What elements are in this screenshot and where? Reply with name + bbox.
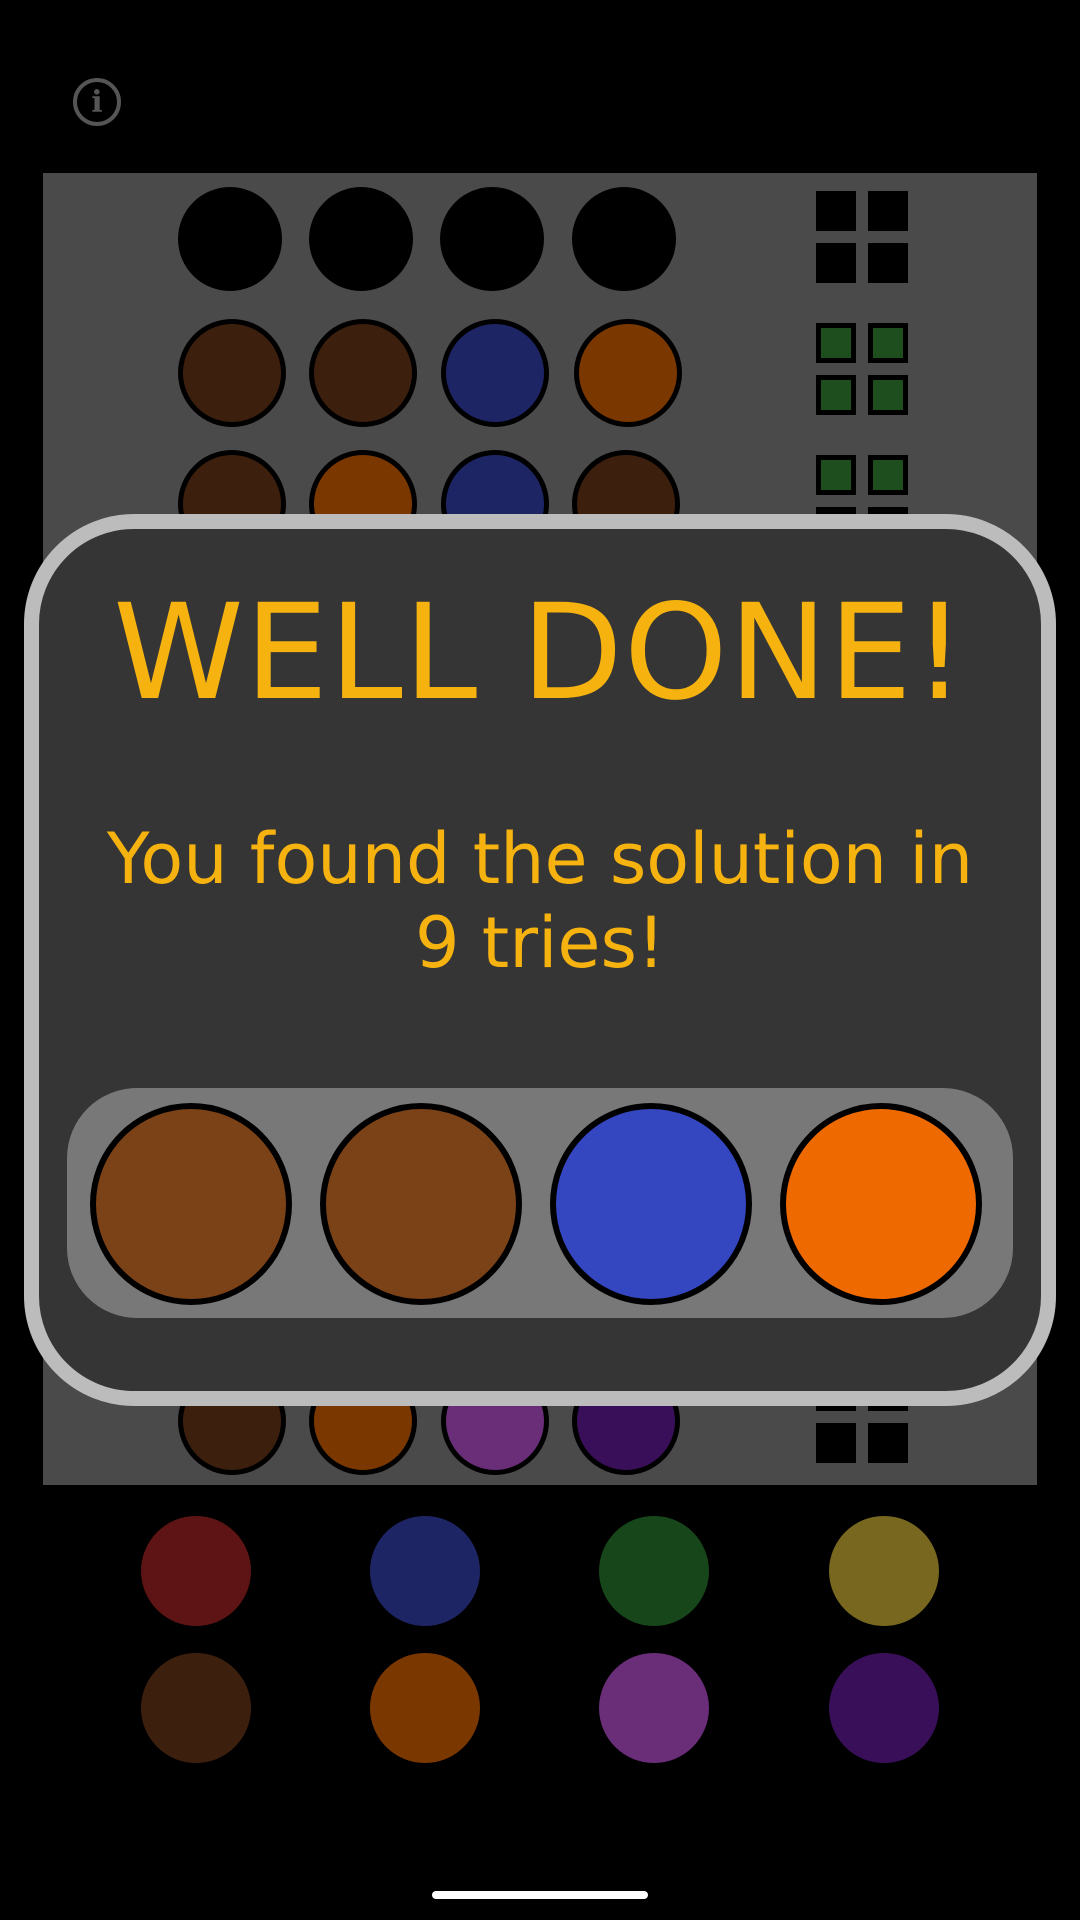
feedback-peg [868, 375, 908, 415]
feedback-peg [816, 191, 856, 231]
feedback-peg [868, 1423, 908, 1463]
palette-color-orange[interactable] [370, 1653, 480, 1763]
feedback-peg [868, 455, 908, 495]
board-peg [572, 187, 676, 291]
board-peg [440, 187, 544, 291]
palette-color-pink[interactable] [599, 1653, 709, 1763]
feedback-peg [868, 243, 908, 283]
board-peg [574, 319, 682, 427]
solution-peg [550, 1103, 752, 1305]
feedback-peg [816, 1423, 856, 1463]
feedback-peg [868, 191, 908, 231]
board-peg [309, 319, 417, 427]
dialog-message-line2: 9 tries! [414, 902, 666, 984]
solution-peg [780, 1103, 982, 1305]
palette-color-yellow[interactable] [829, 1516, 939, 1626]
palette-color-green[interactable] [599, 1516, 709, 1626]
palette-color-red[interactable] [141, 1516, 251, 1626]
solution-row [67, 1088, 1013, 1318]
feedback-peg [816, 243, 856, 283]
solution-peg [320, 1103, 522, 1305]
dialog-message: You found the solution in 9 tries! [99, 817, 981, 985]
success-dialog[interactable]: WELL DONE! You found the solution in 9 t… [24, 514, 1056, 1406]
dialog-message-line1: You found the solution in [106, 818, 974, 900]
board-peg [309, 187, 413, 291]
palette-color-purple[interactable] [829, 1653, 939, 1763]
board-peg [178, 187, 282, 291]
board-peg [441, 319, 549, 427]
feedback-peg [816, 375, 856, 415]
info-icon[interactable]: i [73, 78, 121, 126]
feedback-peg [868, 323, 908, 363]
solution-peg [90, 1103, 292, 1305]
palette-color-brown[interactable] [141, 1653, 251, 1763]
feedback-peg [816, 455, 856, 495]
board-peg [178, 319, 286, 427]
home-indicator[interactable] [432, 1891, 648, 1899]
palette-color-blue[interactable] [370, 1516, 480, 1626]
feedback-peg [816, 323, 856, 363]
dialog-title: WELL DONE! [113, 576, 967, 730]
